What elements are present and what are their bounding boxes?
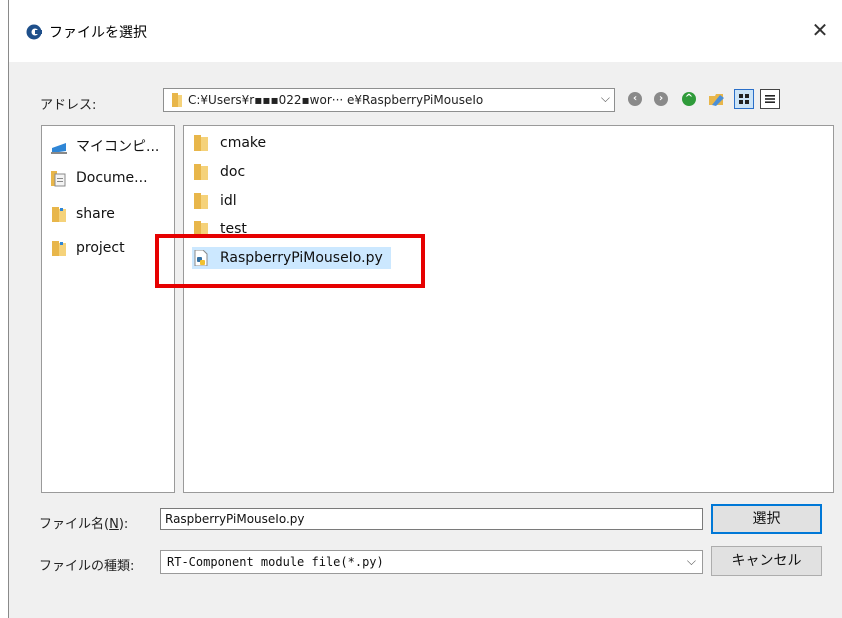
chevron-down-icon: ⌵ xyxy=(686,554,696,568)
folder-icon xyxy=(194,193,208,209)
file-name: cmake xyxy=(220,135,267,151)
arrow-right-icon: › xyxy=(654,92,668,106)
new-folder-icon xyxy=(709,94,724,106)
app-logo-icon xyxy=(26,24,42,40)
file-name: idl xyxy=(220,193,237,209)
sidebar-item-share[interactable]: share xyxy=(50,202,115,226)
arrow-up-icon: ^ xyxy=(682,92,696,106)
places-sidebar: マイコンピ... Docume... share project xyxy=(41,125,175,493)
chevron-down-icon[interactable]: ⌵ xyxy=(601,91,610,106)
back-button[interactable]: ‹ xyxy=(625,89,645,109)
list-item[interactable]: doc xyxy=(194,161,245,183)
sidebar-item-label: マイコンピ... xyxy=(76,139,160,155)
view-icons-icon xyxy=(739,94,749,104)
title-bar: ファイルを選択 ✕ xyxy=(9,0,842,62)
address-label: アドレス: xyxy=(40,98,97,113)
file-name: doc xyxy=(220,164,246,180)
view-list-button[interactable] xyxy=(760,89,780,109)
list-item[interactable]: cmake xyxy=(194,132,266,154)
view-icons-button[interactable] xyxy=(734,89,754,109)
folder-icon xyxy=(194,135,208,151)
folder-icon xyxy=(52,207,66,222)
sidebar-item-label: share xyxy=(76,206,115,222)
folder-icon xyxy=(52,241,66,256)
file-dialog: ファイルを選択 ✕ アドレス: C:¥Users¥r▪▪▪022▪wor··· … xyxy=(8,0,842,618)
filename-label: ファイル名(N): xyxy=(39,517,129,532)
address-combobox[interactable]: C:¥Users¥r▪▪▪022▪wor··· e¥RaspberryPiMou… xyxy=(163,88,615,112)
annotation-highlight-box xyxy=(155,234,425,288)
address-path: C:¥Users¥r▪▪▪022▪wor··· e¥RaspberryPiMou… xyxy=(188,93,484,107)
list-item[interactable]: idl xyxy=(194,190,237,212)
sidebar-item-documents[interactable]: Docume... xyxy=(50,166,148,190)
computer-icon xyxy=(51,143,67,154)
view-list-icon xyxy=(765,95,775,103)
close-icon: ✕ xyxy=(811,18,829,42)
sidebar-item-my-computer[interactable]: マイコンピ... xyxy=(50,134,159,158)
sidebar-item-label: Docume... xyxy=(76,170,148,186)
new-folder-button[interactable] xyxy=(707,89,727,109)
select-button[interactable]: 選択 xyxy=(711,504,822,534)
filetype-value: RT-Component module file(*.py) xyxy=(167,555,384,569)
close-button[interactable]: ✕ xyxy=(797,10,842,50)
dialog-title: ファイルを選択 xyxy=(49,25,147,41)
folder-icon xyxy=(194,164,208,180)
forward-button[interactable]: › xyxy=(651,89,671,109)
filetype-select[interactable]: RT-Component module file(*.py) ⌵ xyxy=(160,550,703,574)
arrow-left-icon: ‹ xyxy=(628,92,642,106)
up-folder-button[interactable]: ^ xyxy=(679,89,699,109)
filename-input[interactable] xyxy=(160,508,703,530)
documents-icon xyxy=(51,171,66,187)
file-list: cmake doc idl test RaspberryPiMouseIo.py xyxy=(183,125,834,493)
sidebar-item-label: project xyxy=(76,240,125,256)
folder-icon xyxy=(172,93,182,107)
cancel-button[interactable]: キャンセル xyxy=(711,546,822,576)
filetype-label: ファイルの種類: xyxy=(39,559,135,574)
sidebar-item-project[interactable]: project xyxy=(50,236,125,260)
